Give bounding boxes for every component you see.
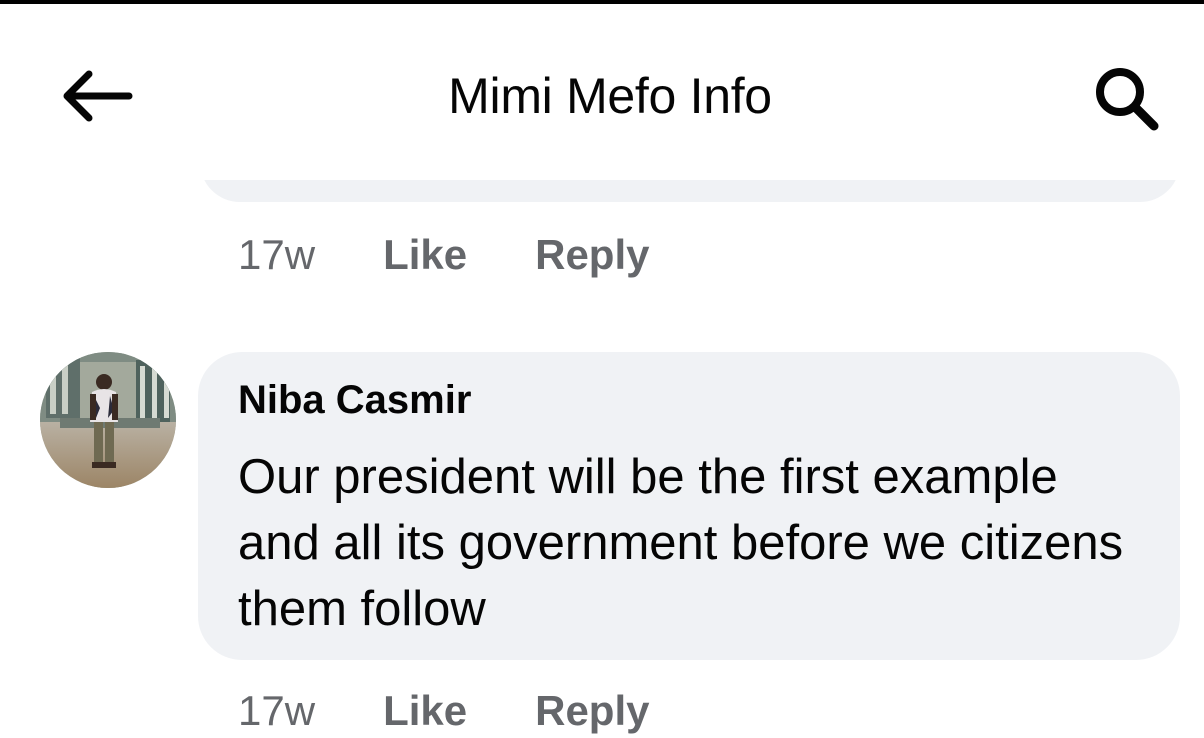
- comment-actions: 17w Like Reply: [238, 684, 717, 738]
- comment-timestamp: 17w: [238, 687, 316, 734]
- reply-button[interactable]: Reply: [535, 231, 649, 279]
- app-header: Mimi Mefo Info: [0, 4, 1204, 180]
- search-icon: [1096, 68, 1159, 131]
- comment-text: Our president will be the first example …: [238, 450, 1124, 636]
- avatar-photo: [40, 352, 176, 488]
- like-button[interactable]: Like: [383, 231, 467, 279]
- comment-author[interactable]: Niba Casmir: [238, 378, 471, 423]
- back-button[interactable]: [50, 60, 140, 132]
- comment-timestamp: 17w: [238, 231, 316, 278]
- page-title: Mimi Mefo Info: [448, 68, 772, 124]
- like-button[interactable]: Like: [383, 687, 467, 735]
- comment-bubble[interactable]: Niba Casmir Our president will be the fi…: [198, 352, 1180, 660]
- avatar[interactable]: [40, 352, 176, 488]
- previous-comment-actions: 17w Like Reply: [238, 228, 717, 282]
- reply-button[interactable]: Reply: [535, 687, 649, 735]
- search-button[interactable]: [1082, 60, 1172, 138]
- arrow-left-icon: [63, 70, 133, 122]
